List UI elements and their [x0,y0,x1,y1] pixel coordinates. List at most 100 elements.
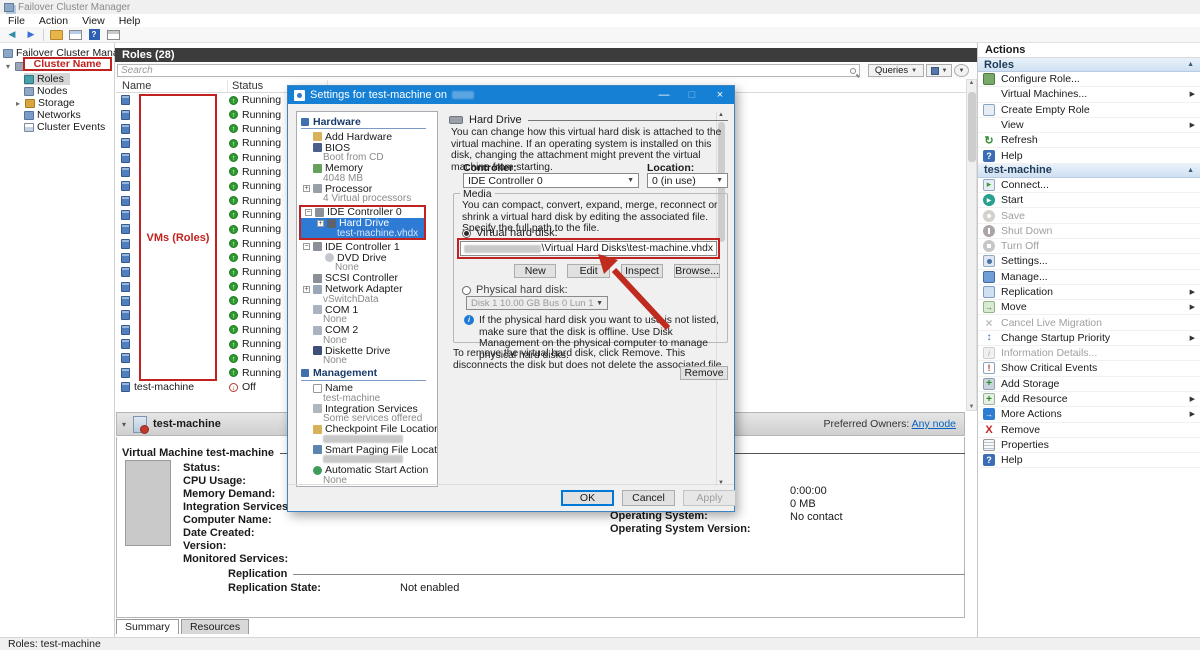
tree-cluster-node[interactable]: ▾ [4,60,25,72]
menu-view[interactable]: View [82,15,105,27]
help-icon[interactable]: ? [87,29,101,41]
action-item-add-resource[interactable]: Add Resource▶ [978,392,1200,407]
close-icon[interactable]: × [706,86,734,104]
tree-item-sub: None [299,356,426,366]
tree-item-dvd-drive[interactable]: DVD Drive [299,252,426,263]
tree-item-ide-controller-1[interactable]: −IDE Controller 1 [299,241,426,252]
expand-icon[interactable]: + [317,220,324,227]
action-item-refresh[interactable]: Refresh [978,133,1200,148]
collapse-details-icon[interactable]: ▾ [117,420,131,429]
export-folder-icon[interactable] [49,29,63,41]
menu-file[interactable]: File [8,15,25,27]
column-name[interactable]: Name [116,80,228,92]
roles-scrollbar[interactable]: ▲ ▼ [966,79,977,411]
vm-icon [121,124,130,134]
collapse-icon[interactable]: ▲ [1187,167,1194,174]
action-item-start[interactable]: Start [978,193,1200,208]
sidebar-item-storage[interactable]: ▸ Storage [14,97,75,109]
cancel-button[interactable]: Cancel [622,490,675,506]
action-item-help[interactable]: Help [978,148,1200,163]
action-item-view[interactable]: View▶ [978,118,1200,133]
radio-unselected-icon [462,286,471,295]
action-item-help[interactable]: Help [978,453,1200,468]
tab-resources[interactable]: Resources [181,619,249,634]
action-item-manage[interactable]: Manage... [978,270,1200,285]
redacted-path [323,455,403,463]
search-input[interactable]: Search [117,64,860,77]
maximize-icon[interactable]: □ [678,86,706,104]
action-item-label: Remove [1001,424,1040,436]
collapse-icon[interactable]: − [305,209,312,216]
collapse-search-button[interactable]: ▼ [954,64,969,77]
action-item-properties[interactable]: Properties [978,438,1200,453]
scroll-down-icon[interactable]: ▼ [718,480,724,486]
scroll-down-icon[interactable]: ▼ [969,404,975,410]
action-item-more-actions[interactable]: More Actions▶ [978,407,1200,422]
sidebar-item-cluster-events[interactable]: Cluster Events [24,121,105,133]
tree-item-memory[interactable]: Memory [299,163,426,174]
sidebar-item-networks[interactable]: Networks [24,109,81,121]
auto-start-icon [313,466,322,475]
edit-button[interactable]: Edit [567,264,609,278]
sidebar-item-nodes[interactable]: Nodes [24,85,67,97]
tree-item-diskette-drive[interactable]: Diskette Drive [299,345,426,356]
tree-item-ide-controller-0[interactable]: −IDE Controller 0 [301,207,424,218]
inspect-button[interactable]: Inspect [621,264,663,278]
browse-button[interactable]: Browse... [674,264,720,278]
chevron-right-icon[interactable]: ▸ [14,99,22,108]
action-item-add-storage[interactable]: Add Storage [978,377,1200,392]
actions-section-vm[interactable]: test-machine ▲ [978,164,1200,178]
action-item-remove[interactable]: Remove [978,423,1200,438]
ok-button[interactable]: OK [561,490,614,506]
controller-select[interactable]: IDE Controller 0 ▼ [463,173,639,188]
remove-button[interactable]: Remove [680,366,728,380]
action-item-create-empty-role[interactable]: Create Empty Role [978,103,1200,118]
dialog-titlebar[interactable]: Settings for test-machine on — □ × [288,86,734,104]
collapse-icon[interactable]: ▲ [1187,61,1194,68]
show-hide-console-icon[interactable] [106,29,120,41]
tree-item-checkpoint-file-location[interactable]: Checkpoint File Location [299,424,426,435]
action-item-replication[interactable]: Replication▶ [978,285,1200,300]
queries-button[interactable]: Queries ▼ [868,64,924,77]
sidebar-item-roles[interactable]: Roles [24,73,70,85]
actions-section-roles[interactable]: Roles ▲ [978,58,1200,72]
tree-item-scsi-controller[interactable]: SCSI Controller [299,273,426,284]
new-button[interactable]: New [514,264,556,278]
action-item-settings[interactable]: Settings... [978,254,1200,269]
location-select[interactable]: 0 (in use) ▼ [647,173,728,188]
spacer [303,385,310,392]
menu-help[interactable]: Help [119,15,141,27]
tree-item-smart-paging-file-location[interactable]: Smart Paging File Location [299,444,426,455]
save-query-button[interactable]: ▼ [926,64,952,77]
action-item-move[interactable]: Move▶ [978,300,1200,315]
expand-icon[interactable]: + [303,185,310,192]
physical-hard-disk-radio[interactable]: Physical hard disk: [462,284,568,296]
console-window-icon[interactable] [68,29,82,41]
forward-icon[interactable]: ▶ [24,29,38,41]
tree-item-com-1[interactable]: COM 1 [299,304,426,315]
action-item-configure-role[interactable]: Configure Role... [978,72,1200,87]
storage-icon [25,99,35,108]
tree-item-network-adapter[interactable]: +Network Adapter [299,284,426,295]
action-item-change-startup-priority[interactable]: Change Startup Priority▶ [978,331,1200,346]
tree-item-add-hardware[interactable]: Add Hardware [299,131,426,142]
tree-item-name[interactable]: Name [299,383,426,394]
scroll-thumb[interactable] [968,92,976,162]
chevron-down-icon[interactable]: ▾ [4,62,12,71]
minimize-icon[interactable]: — [650,86,678,104]
submenu-arrow-icon: ▶ [1190,303,1195,311]
action-item-virtual-machines[interactable]: Virtual Machines...▶ [978,87,1200,102]
action-item-connect[interactable]: Connect... [978,178,1200,193]
scroll-up-icon[interactable]: ▲ [969,80,975,86]
expand-icon[interactable]: + [303,286,310,293]
back-icon[interactable]: ◀ [5,29,19,41]
tree-item-hard-drive[interactable]: +Hard Drive [301,218,424,229]
menu-action[interactable]: Action [39,15,68,27]
tree-item-automatic-stop-action[interactable]: Automatic Stop Action [299,485,426,487]
preferred-owners-link[interactable]: Any node [912,418,956,430]
tree-item-com-2[interactable]: COM 2 [299,325,426,336]
tree-item-automatic-start-action[interactable]: Automatic Start Action [299,465,426,476]
action-item-show-critical-events[interactable]: Show Critical Events [978,361,1200,376]
collapse-icon[interactable]: − [303,243,310,250]
tab-summary[interactable]: Summary [116,619,179,634]
